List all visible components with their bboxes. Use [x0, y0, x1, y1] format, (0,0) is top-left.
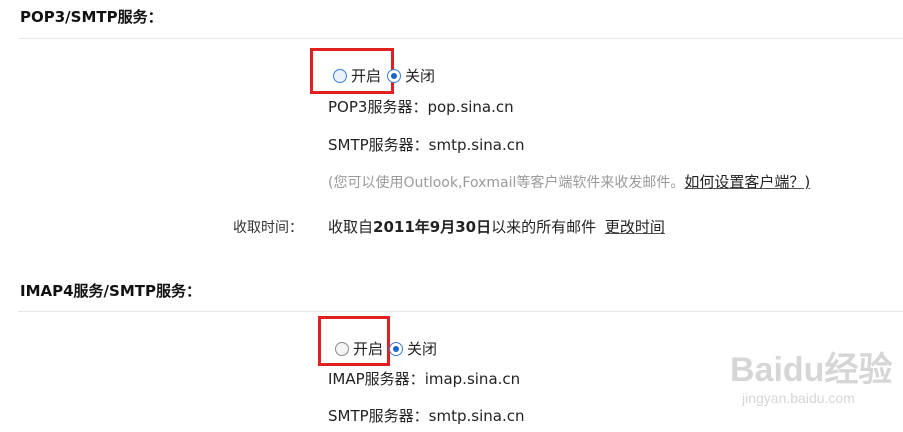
- imap-smtp-server-label: SMTP服务器：: [328, 407, 429, 425]
- baidu-watermark-url: jingyan.baidu.com: [742, 390, 855, 406]
- pop-radio-group: 开启 关闭: [333, 65, 441, 86]
- fetch-date: 2011年9月30日: [373, 218, 492, 236]
- pop-on-radio[interactable]: [333, 68, 347, 83]
- imap-off-label[interactable]: 关闭: [407, 338, 437, 359]
- pop-server-label: POP3服务器：: [328, 98, 428, 116]
- imap-on-radio[interactable]: [335, 341, 349, 356]
- pop-off-label[interactable]: 关闭: [405, 65, 435, 86]
- client-hint-row: (您可以使用Outlook,Foxmail等客户端软件来收发邮件。如何设置客户端…: [328, 171, 810, 192]
- pop-server-row: POP3服务器：pop.sina.cn: [328, 96, 514, 117]
- baidu-watermark-logo: Baidu经验: [730, 351, 893, 389]
- fetch-time-row: 收取自2011年9月30日以来的所有邮件 更改时间: [328, 216, 665, 237]
- imap-on-label[interactable]: 开启: [353, 338, 383, 359]
- client-hint-text: (您可以使用Outlook,Foxmail等客户端软件来收发邮件。: [328, 175, 685, 191]
- imap-smtp-server-value: smtp.sina.cn: [428, 407, 525, 425]
- pop-smtp-server-label: SMTP服务器：: [328, 136, 429, 154]
- change-time-link[interactable]: 更改时间: [605, 218, 665, 236]
- client-setup-help-link[interactable]: 如何设置客户端？): [684, 173, 810, 191]
- imap-server-value: imap.sina.cn: [424, 370, 521, 388]
- imap-section-title: IMAP4服务/SMTP服务：: [20, 282, 201, 300]
- pop-smtp-server-value: smtp.sina.cn: [428, 136, 525, 154]
- pop-section-divider: [18, 38, 903, 39]
- fetch-prefix: 收取自: [328, 218, 374, 236]
- imap-off-radio[interactable]: [389, 341, 404, 356]
- pop-on-label[interactable]: 开启: [351, 65, 381, 86]
- imap-server-label: IMAP服务器：: [328, 370, 425, 388]
- pop-section-title: POP3/SMTP服务：: [20, 8, 163, 26]
- fetch-suffix: 以来的所有邮件: [491, 218, 597, 236]
- pop-off-radio[interactable]: [387, 68, 402, 83]
- fetch-time-label: 收取时间：: [233, 220, 303, 236]
- pop-smtp-server-row: SMTP服务器：smtp.sina.cn: [328, 134, 524, 155]
- mail-settings-page: POP3/SMTP服务： 开启 关闭 POP3服务器：pop.sina.cn S…: [0, 0, 903, 432]
- imap-radio-group: 开启 关闭: [335, 338, 443, 359]
- imap-smtp-server-row: SMTP服务器：smtp.sina.cn: [328, 405, 524, 426]
- imap-section-divider: [18, 311, 903, 312]
- imap-server-row: IMAP服务器：imap.sina.cn: [328, 368, 520, 389]
- pop-server-value: pop.sina.cn: [427, 98, 514, 116]
